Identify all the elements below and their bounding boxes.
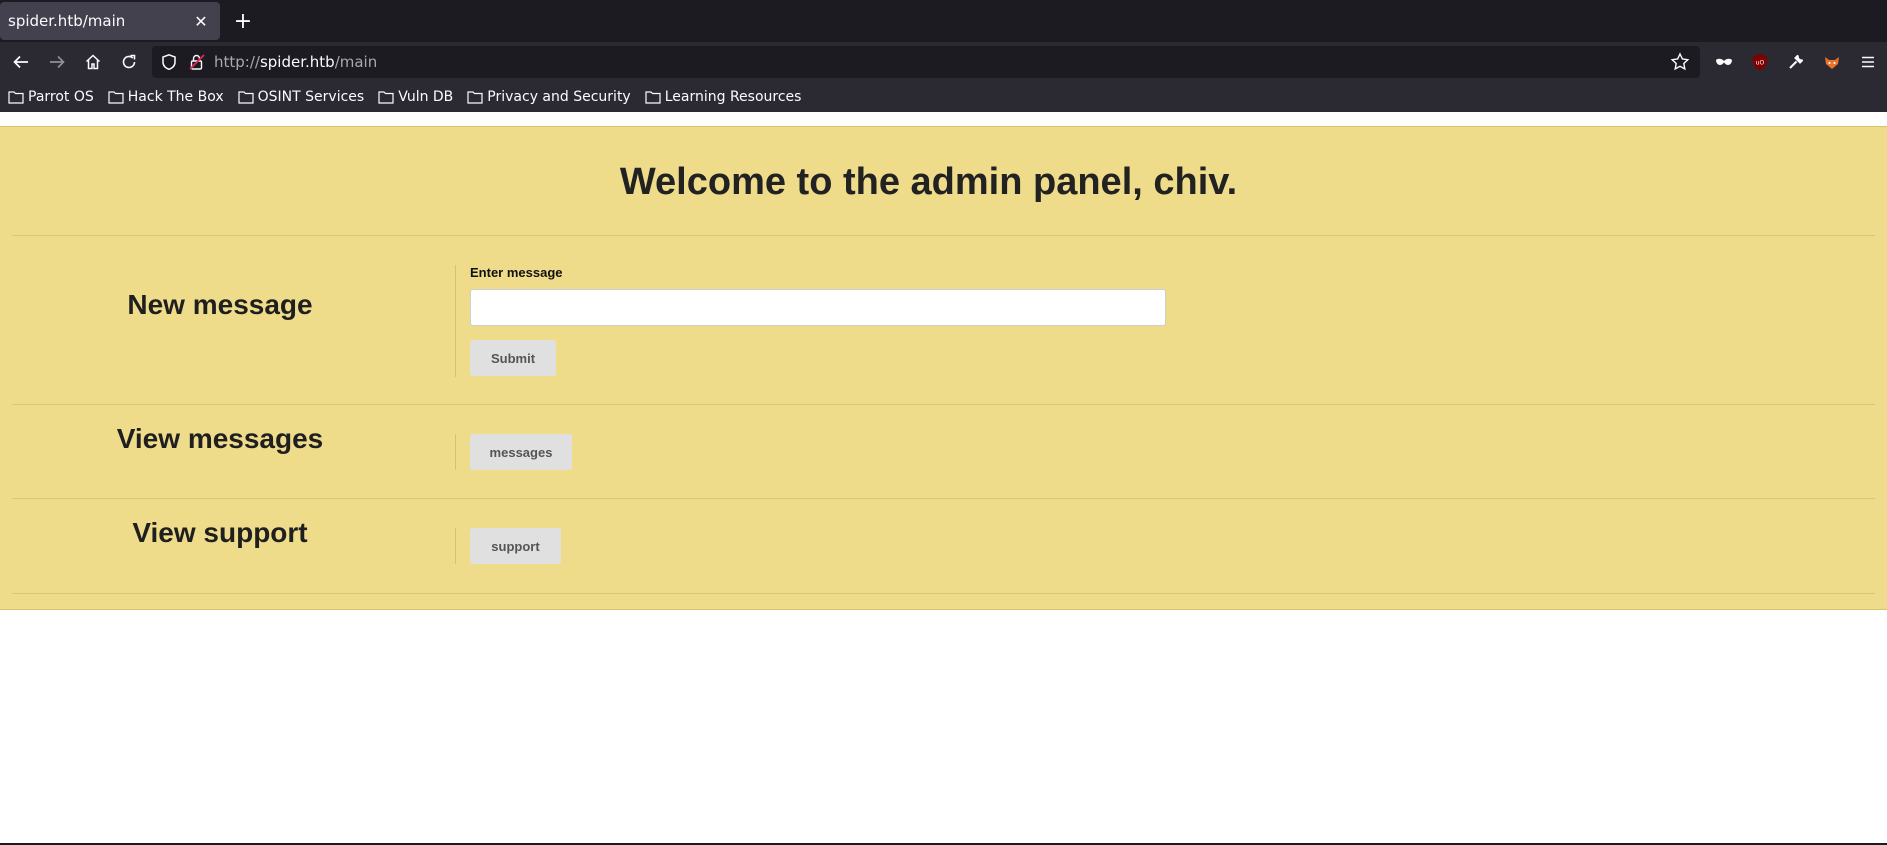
folder-icon xyxy=(467,91,483,104)
forward-button[interactable] xyxy=(42,47,72,77)
url-bar[interactable]: http://spider.htb/main xyxy=(152,46,1700,78)
folder-icon xyxy=(238,91,254,104)
arrow-left-icon xyxy=(13,55,28,69)
url-scheme: http:// xyxy=(214,53,260,71)
divider xyxy=(12,498,1875,499)
bookmark-label: Hack The Box xyxy=(127,89,224,105)
divider xyxy=(12,235,1875,236)
column-divider xyxy=(455,528,456,564)
messages-button[interactable]: messages xyxy=(470,434,572,470)
column-divider xyxy=(455,265,456,377)
bookmark-label: OSINT Services xyxy=(257,89,365,105)
mask-extension-button[interactable] xyxy=(1712,50,1736,74)
bookmark-hack-the-box[interactable]: Hack The Box xyxy=(108,89,224,105)
bookmark-label: Vuln DB xyxy=(398,89,454,105)
tab-title: spider.htb/main xyxy=(8,12,126,30)
bookmark-label: Privacy and Security xyxy=(487,89,631,105)
column-divider xyxy=(455,434,456,470)
submit-button[interactable]: Submit xyxy=(470,340,556,376)
shield-icon[interactable] xyxy=(160,53,178,71)
ublock-extension-button[interactable]: uO xyxy=(1748,50,1772,74)
support-button[interactable]: support xyxy=(470,528,561,564)
url-path: /main xyxy=(334,53,378,71)
page-content: Welcome to the admin panel, chiv. New me… xyxy=(0,112,1887,845)
view-messages-heading: View messages xyxy=(116,423,324,454)
message-input[interactable] xyxy=(470,289,1166,326)
bookmark-parrot-os[interactable]: Parrot OS xyxy=(8,89,94,105)
bookmark-osint-services[interactable]: OSINT Services xyxy=(238,89,365,105)
foxyproxy-extension-button[interactable] xyxy=(1820,50,1844,74)
bookmark-star-icon[interactable] xyxy=(1670,52,1690,72)
svg-text:uO: uO xyxy=(1756,60,1765,67)
wrench-icon xyxy=(1789,54,1804,69)
bookmark-vuln-db[interactable]: Vuln DB xyxy=(378,89,453,105)
home-icon xyxy=(85,54,101,70)
tab-spider-main[interactable]: spider.htb/main ✕ xyxy=(0,2,220,40)
view-support-heading: View support xyxy=(132,517,308,548)
divider xyxy=(12,404,1875,405)
fox-icon xyxy=(1825,57,1839,69)
menu-button[interactable] xyxy=(1856,50,1880,74)
enter-message-label: Enter message xyxy=(470,265,563,280)
folder-icon xyxy=(645,91,661,104)
bookmark-privacy-and-security[interactable]: Privacy and Security xyxy=(467,89,631,105)
folder-icon xyxy=(108,91,124,104)
divider xyxy=(12,593,1875,594)
back-button[interactable] xyxy=(6,47,36,77)
bookmark-label: Parrot OS xyxy=(28,89,94,105)
reload-button[interactable] xyxy=(114,47,144,77)
folder-icon xyxy=(8,91,24,104)
reload-icon xyxy=(122,54,136,69)
url-text[interactable]: http://spider.htb/main xyxy=(214,53,377,71)
home-button[interactable] xyxy=(78,47,108,77)
folder-icon xyxy=(378,91,394,104)
url-host: spider.htb xyxy=(259,53,335,71)
page-title: Welcome to the admin panel, chiv. xyxy=(619,161,1238,203)
new-message-heading: New message xyxy=(127,289,313,320)
arrow-right-icon xyxy=(50,55,65,69)
admin-panel: Welcome to the admin panel, chiv. New me… xyxy=(0,126,1887,610)
tab-strip: spider.htb/main ✕ + xyxy=(0,0,1887,42)
ublock-shield-icon: uO xyxy=(1753,54,1767,70)
navigation-toolbar: http://spider.htb/main uO xyxy=(0,42,1887,82)
close-icon[interactable]: ✕ xyxy=(190,10,212,32)
bookmarks-toolbar: Parrot OS Hack The Box OSINT Services Vu… xyxy=(0,82,1887,112)
bookmark-label: Learning Resources xyxy=(664,89,802,105)
mask-icon xyxy=(1716,58,1732,65)
hamburger-menu-icon xyxy=(1862,56,1874,68)
wrench-extension-button[interactable] xyxy=(1784,50,1808,74)
bookmark-learning-resources[interactable]: Learning Resources xyxy=(645,89,802,105)
new-tab-button[interactable]: + xyxy=(230,8,256,34)
insecure-lock-icon[interactable] xyxy=(188,53,206,71)
